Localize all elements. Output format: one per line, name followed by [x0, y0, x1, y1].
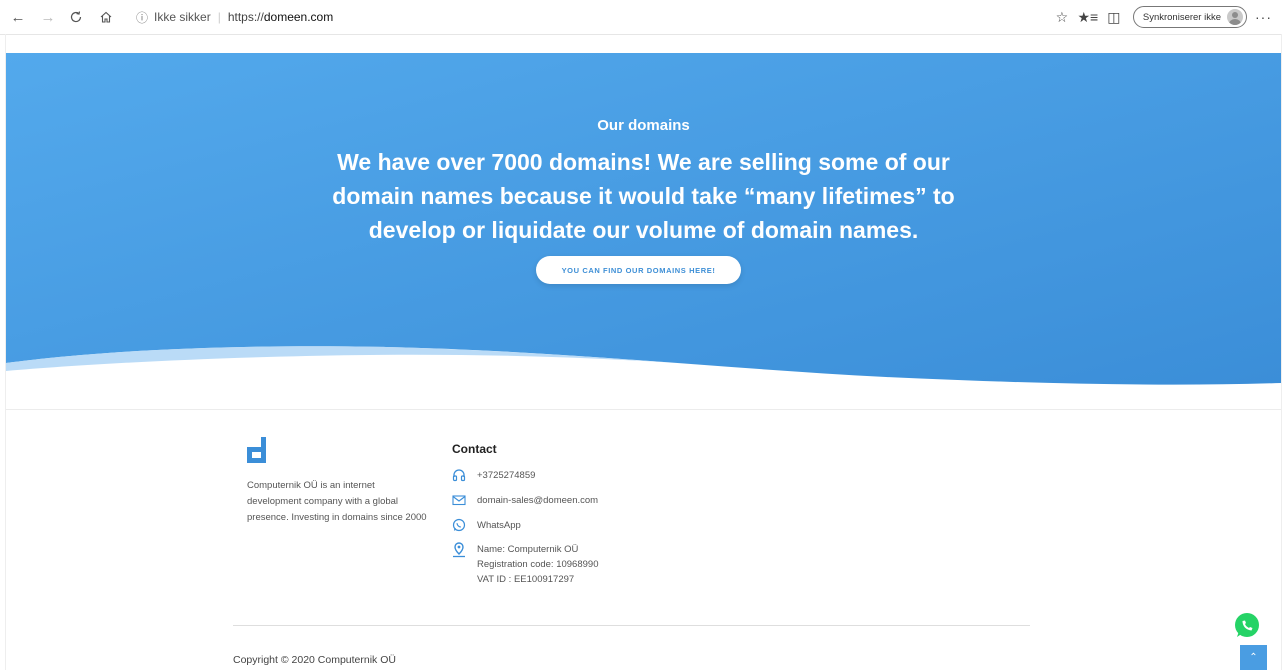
address-block: Name: Computernik OÜ Registration code: …: [477, 542, 598, 587]
company-logo[interactable]: [247, 437, 267, 463]
copyright-text: Copyright © 2020 Computernik OÜ: [233, 654, 396, 666]
sync-label: Synkroniserer ikke: [1142, 11, 1221, 23]
email-address[interactable]: domain-sales@domeen.com: [477, 493, 598, 508]
whatsapp-icon: [452, 518, 466, 532]
address-registration: Registration code: 10968990: [477, 559, 599, 570]
hero-section: Our domains We have over 7000 domains! W…: [6, 53, 1281, 393]
collections-icon[interactable]: ◫: [1101, 9, 1127, 26]
map-pin-icon: [452, 542, 466, 558]
contact-phone[interactable]: +3725274859: [452, 468, 535, 483]
back-to-top-button[interactable]: ⌃: [1240, 645, 1267, 670]
forward-arrow-icon[interactable]: →: [38, 7, 58, 27]
favorite-star-icon[interactable]: ☆: [1049, 9, 1075, 26]
contact-email[interactable]: domain-sales@domeen.com: [452, 493, 598, 508]
whatsapp-float-button[interactable]: [1233, 612, 1261, 640]
favorites-list-icon[interactable]: ★≡: [1075, 9, 1101, 26]
refresh-icon[interactable]: [66, 7, 86, 27]
more-menu-icon[interactable]: ···: [1255, 9, 1272, 25]
section-divider: [6, 409, 1281, 410]
hero-headline: We have over 7000 domains! We are sellin…: [332, 149, 955, 243]
sync-profile-button[interactable]: Synkroniserer ikke: [1132, 6, 1247, 28]
envelope-icon: [452, 493, 466, 507]
phone-number[interactable]: +3725274859: [477, 468, 535, 483]
address-separator: |: [217, 10, 221, 24]
url-host: domeen.com: [263, 10, 334, 24]
url-text[interactable]: https://domeen.com: [228, 10, 333, 24]
url-prefix: https://: [227, 10, 264, 24]
headset-icon: [452, 468, 466, 482]
chevron-up-icon: ⌃: [1249, 652, 1258, 663]
avatar: [1227, 9, 1243, 25]
whatsapp-label[interactable]: WhatsApp: [477, 518, 521, 533]
footer-divider: [233, 625, 1030, 626]
browser-right-tools: ☆ ★≡ ◫ Synkroniserer ikke ···: [1049, 6, 1272, 28]
contact-heading: Contact: [452, 442, 497, 456]
address-bar[interactable]: ⓘ Ikke sikker | https://domeen.com: [136, 8, 333, 26]
info-icon[interactable]: ⓘ: [136, 9, 148, 26]
contact-whatsapp[interactable]: WhatsApp: [452, 518, 521, 533]
address-vat: VAT ID : EE100917297: [477, 574, 575, 585]
browser-toolbar: ← → ⓘ Ikke sikker | https://domeen.com ☆…: [0, 0, 1282, 35]
section-subtitle: Our domains: [597, 117, 690, 134]
company-description: Computernik OÜ is an internet developmen…: [247, 480, 427, 523]
home-icon[interactable]: [96, 7, 116, 27]
contact-address: Name: Computernik OÜ Registration code: …: [452, 542, 598, 587]
whatsapp-icon: [1235, 613, 1259, 637]
find-domains-button[interactable]: YOU CAN FIND OUR DOMAINS HERE!: [536, 256, 741, 284]
back-arrow-icon[interactable]: ←: [8, 7, 28, 27]
security-label[interactable]: Ikke sikker: [154, 10, 211, 24]
address-name: Name: Computernik OÜ: [477, 544, 579, 555]
